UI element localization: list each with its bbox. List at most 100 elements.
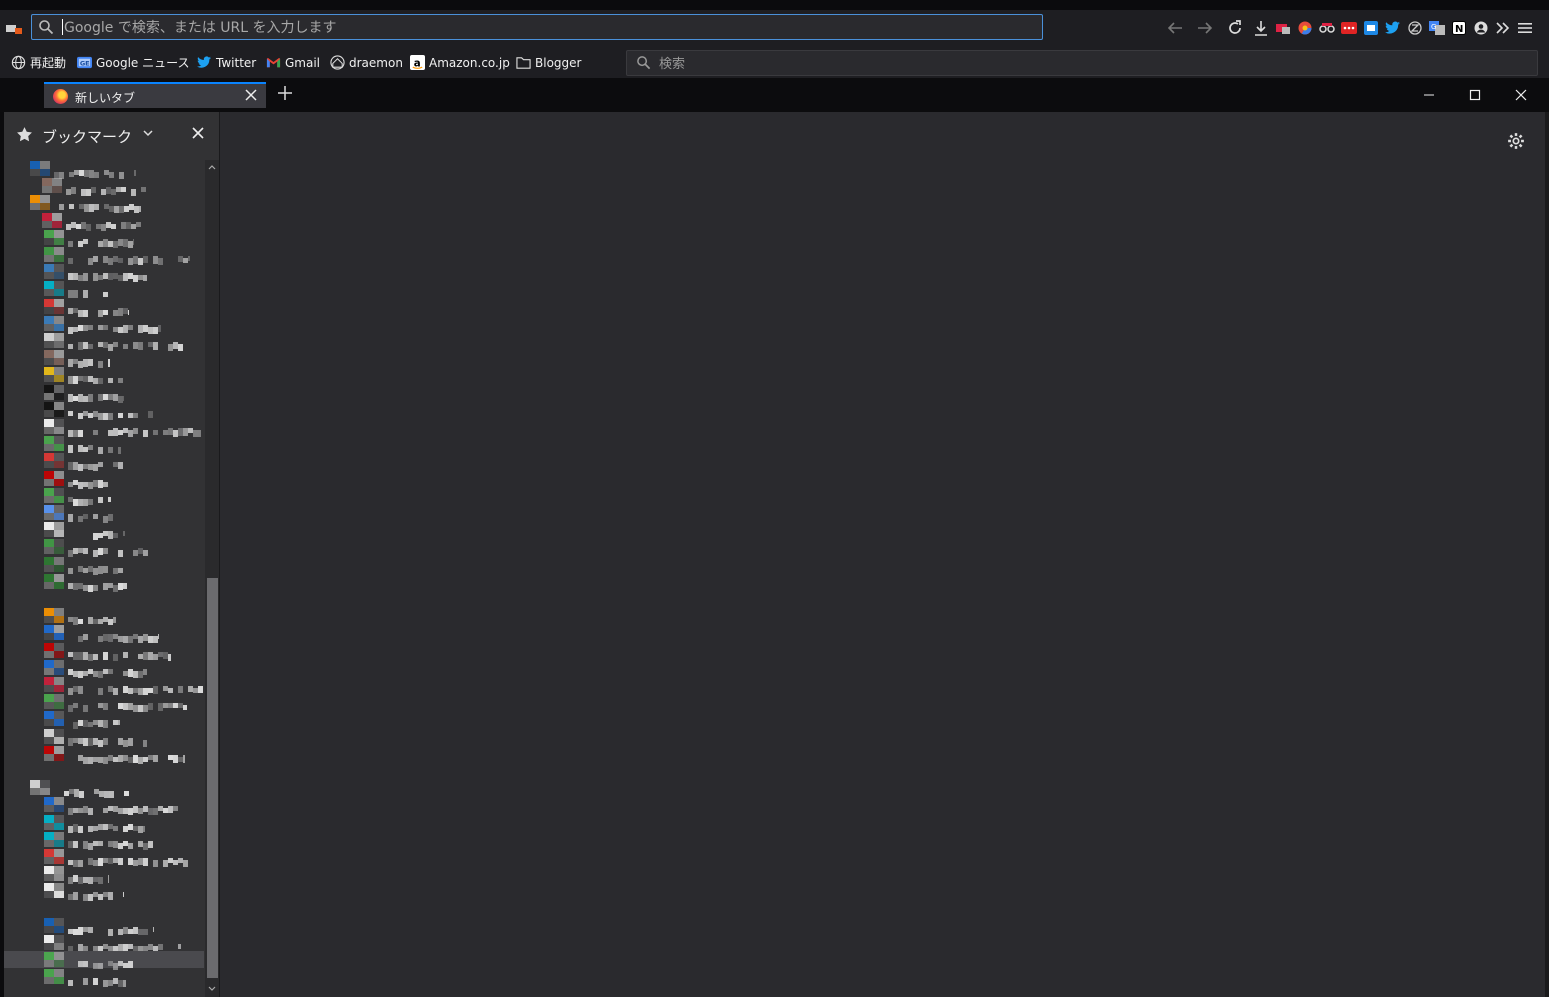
bookmark-tree-item[interactable] xyxy=(4,796,204,817)
bookmark-tree-item[interactable] xyxy=(4,504,204,523)
scrollbar-thumb[interactable] xyxy=(207,578,218,978)
chevron-down-icon[interactable] xyxy=(143,130,153,137)
bookmark-tree-item[interactable] xyxy=(4,556,204,576)
url-input[interactable] xyxy=(62,17,1026,39)
scroll-up-icon[interactable] xyxy=(205,160,219,174)
bookmark-tree-item[interactable] xyxy=(4,848,204,868)
bookmark-gmail[interactable]: Gmail xyxy=(266,54,320,71)
bookmark-tree-item[interactable] xyxy=(4,882,204,903)
overflow-button[interactable] xyxy=(1492,16,1514,40)
bookmark-tree-item[interactable] xyxy=(4,212,204,231)
reload-button[interactable] xyxy=(1220,16,1250,40)
bookmark-tree-item[interactable] xyxy=(4,452,204,473)
bookmark-tree-item[interactable] xyxy=(4,728,204,747)
label-mosaic xyxy=(68,525,128,542)
bookmark-tree-item[interactable] xyxy=(4,917,204,937)
bookmark-tree-item[interactable] xyxy=(4,779,204,799)
app-menu-icon[interactable] xyxy=(6,22,22,34)
search-bar[interactable] xyxy=(626,50,1538,76)
bookmark-tree-item[interactable] xyxy=(4,366,204,385)
bookmark-tree-item[interactable] xyxy=(4,418,204,438)
bookmark-tree-item[interactable] xyxy=(4,298,204,318)
extension-button-5[interactable] xyxy=(1360,16,1382,40)
favicon-mosaic xyxy=(42,212,62,228)
extension-button-7[interactable] xyxy=(1404,16,1426,40)
bookmark-tree-item[interactable] xyxy=(4,538,204,559)
new-tab-plus-icon[interactable] xyxy=(276,84,294,102)
bookmark-tree-item[interactable] xyxy=(4,590,204,607)
bookmark-twitter[interactable]: Twitter xyxy=(197,54,256,71)
extension-button-9[interactable]: N xyxy=(1448,16,1470,40)
bookmark-tree-item[interactable] xyxy=(4,814,204,834)
account-button[interactable] xyxy=(1470,16,1492,40)
bookmark-tree-item[interactable] xyxy=(4,865,204,886)
bookmark-tree-item[interactable] xyxy=(4,246,204,266)
bookmark-folder-blogger[interactable]: Blogger xyxy=(516,54,581,71)
bookmark-tree-item[interactable] xyxy=(4,900,204,917)
bookmark-restart[interactable]: 再起動 xyxy=(11,54,66,71)
bookmark-tree-item[interactable] xyxy=(4,315,204,335)
sidebar-scrollbar[interactable] xyxy=(205,160,219,997)
url-bar[interactable] xyxy=(31,14,1043,40)
extension-button-4[interactable] xyxy=(1338,16,1360,40)
label-mosaic xyxy=(68,749,188,765)
tab-new-tab[interactable]: 新しいタブ xyxy=(44,82,266,108)
bookmark-label: Google ニュース xyxy=(96,56,190,70)
bookmark-amazon[interactable]: a Amazon.co.jp xyxy=(410,54,510,71)
forward-button[interactable] xyxy=(1190,16,1220,40)
minimize-button[interactable] xyxy=(1406,78,1452,112)
bookmark-draemon[interactable]: draemon xyxy=(330,54,403,71)
bookmark-tree-item[interactable] xyxy=(4,487,204,507)
bookmark-tree-item[interactable] xyxy=(4,968,204,989)
bookmark-tree-item[interactable] xyxy=(4,745,204,765)
label-mosaic xyxy=(68,697,188,714)
extension-button-1[interactable] xyxy=(1272,16,1294,40)
bookmark-tree-item[interactable] xyxy=(4,934,204,954)
bookmark-tree-item[interactable] xyxy=(4,607,204,626)
bookmark-tree-item[interactable] xyxy=(4,710,204,731)
bookmark-tree-item[interactable] xyxy=(4,263,204,284)
extension-button-6[interactable] xyxy=(1382,16,1404,40)
downloads-button[interactable] xyxy=(1250,16,1272,40)
extension-button-8[interactable]: G xyxy=(1426,16,1448,40)
close-tab-icon[interactable] xyxy=(244,88,258,102)
maximize-button[interactable] xyxy=(1452,78,1498,112)
window-edge xyxy=(1545,112,1549,997)
main-menu-button[interactable] xyxy=(1514,16,1536,40)
sidebar-title[interactable]: ブックマーク xyxy=(42,126,132,147)
scroll-down-icon[interactable] xyxy=(205,982,219,996)
bookmark-tree-item[interactable] xyxy=(4,349,204,370)
label-mosaic xyxy=(68,405,155,421)
bookmark-tree-item[interactable] xyxy=(4,831,204,850)
bookmark-tree-item[interactable] xyxy=(4,676,204,696)
bookmark-tree-item[interactable] xyxy=(4,470,204,489)
bookmark-tree-item[interactable] xyxy=(4,435,204,456)
bookmark-tree-item[interactable] xyxy=(4,642,204,661)
gear-icon[interactable] xyxy=(1507,132,1525,150)
twitter-icon xyxy=(1385,21,1400,34)
bookmark-tree-item[interactable] xyxy=(4,624,204,645)
bookmark-tree-item[interactable] xyxy=(4,521,204,542)
bookmark-tree-item[interactable] xyxy=(4,229,204,249)
search-input[interactable] xyxy=(657,53,1521,75)
bookmark-tree-item[interactable] xyxy=(4,659,204,679)
back-button[interactable] xyxy=(1160,16,1190,40)
bookmark-tree-item[interactable] xyxy=(4,762,204,779)
bookmark-tree-item[interactable] xyxy=(4,177,204,198)
bookmark-tree-item[interactable] xyxy=(4,332,204,352)
extension-button-2[interactable] xyxy=(1294,16,1316,40)
bookmark-tree-item[interactable] xyxy=(4,280,204,299)
bookmark-tree-item[interactable] xyxy=(4,160,204,179)
bookmark-tree-item[interactable] xyxy=(4,951,204,972)
favicon-mosaic xyxy=(44,745,64,761)
bookmark-tree-item[interactable] xyxy=(4,401,204,421)
close-sidebar-icon[interactable] xyxy=(192,127,204,139)
bookmark-tree-item[interactable] xyxy=(4,194,204,214)
text-caret xyxy=(62,19,63,35)
close-window-button[interactable] xyxy=(1498,78,1544,112)
bookmark-tree-item[interactable] xyxy=(4,693,204,714)
bookmark-google-news[interactable]: GE Google ニュース xyxy=(77,54,190,71)
bookmark-tree-item[interactable] xyxy=(4,573,204,593)
bookmark-tree-item[interactable] xyxy=(4,384,204,404)
extension-button-3[interactable] xyxy=(1316,16,1338,40)
